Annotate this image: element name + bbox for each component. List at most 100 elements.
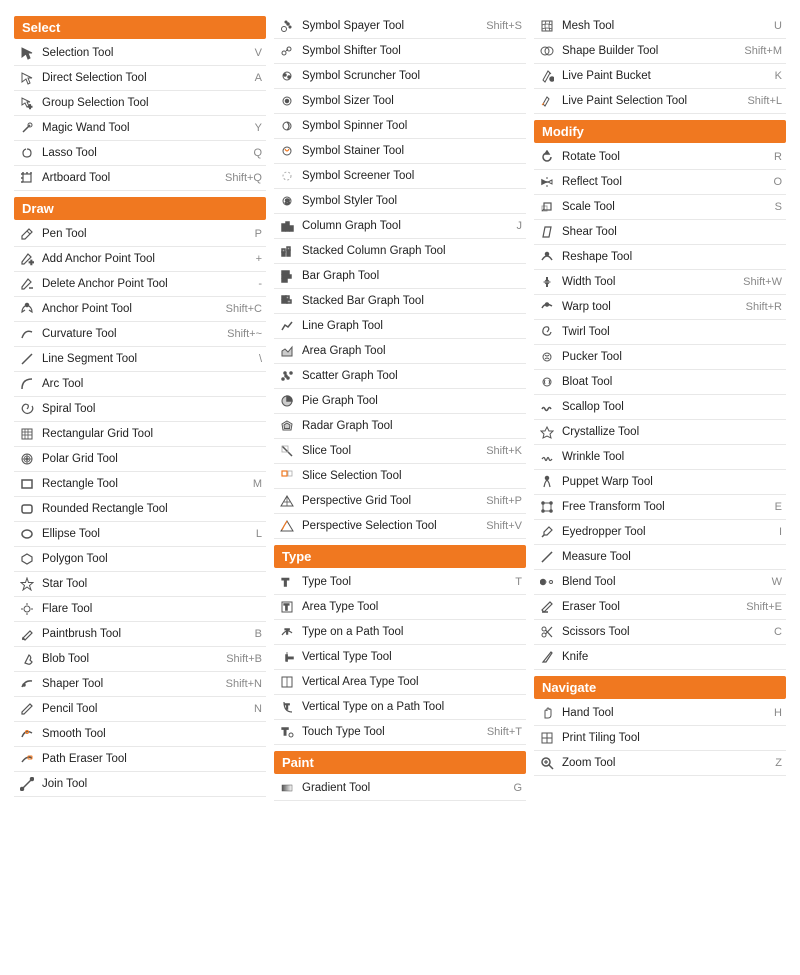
tool-row[interactable]: SSymbol Styler Tool bbox=[274, 189, 526, 214]
tool-row[interactable]: Symbol Sizer Tool bbox=[274, 89, 526, 114]
tool-row[interactable]: Anchor Point ToolShift+C bbox=[14, 297, 266, 322]
tool-row[interactable]: Rectangular Grid Tool bbox=[14, 422, 266, 447]
tool-row[interactable]: Scallop Tool bbox=[534, 395, 786, 420]
tool-row[interactable]: Reflect ToolO bbox=[534, 170, 786, 195]
tool-row[interactable]: Shaper ToolShift+N bbox=[14, 672, 266, 697]
tool-row[interactable]: Symbol Stainer Tool bbox=[274, 139, 526, 164]
tool-row[interactable]: Curvature ToolShift+~ bbox=[14, 322, 266, 347]
tool-row[interactable]: Eraser ToolShift+E bbox=[534, 595, 786, 620]
tool-row[interactable]: Bloat Tool bbox=[534, 370, 786, 395]
tool-row[interactable]: Ellipse ToolL bbox=[14, 522, 266, 547]
svg-text:T: T bbox=[285, 704, 290, 711]
tool-row[interactable]: Shear Tool bbox=[534, 220, 786, 245]
graph-line-icon bbox=[278, 317, 296, 335]
tool-row[interactable]: Delete Anchor Point Tool- bbox=[14, 272, 266, 297]
tool-row[interactable]: Width ToolShift+W bbox=[534, 270, 786, 295]
tool-row[interactable]: Warp toolShift+R bbox=[534, 295, 786, 320]
tool-row[interactable]: Paintbrush ToolB bbox=[14, 622, 266, 647]
tool-row[interactable]: Rotate ToolR bbox=[534, 145, 786, 170]
tool-row[interactable]: Perspective Grid ToolShift+P bbox=[274, 489, 526, 514]
tool-row[interactable]: TType ToolT bbox=[274, 570, 526, 595]
tool-row[interactable]: Blob ToolShift+B bbox=[14, 647, 266, 672]
tool-row[interactable]: Stacked Column Graph Tool bbox=[274, 239, 526, 264]
tool-row[interactable]: Flare Tool bbox=[14, 597, 266, 622]
tool-row[interactable]: Magic Wand ToolY bbox=[14, 116, 266, 141]
tool-row[interactable]: Join Tool bbox=[14, 772, 266, 797]
tool-row[interactable]: Print Tiling Tool bbox=[534, 726, 786, 751]
tool-row[interactable]: Eyedropper ToolI bbox=[534, 520, 786, 545]
tool-row[interactable]: Live Paint Selection ToolShift+L bbox=[534, 89, 786, 114]
tool-row[interactable]: Vertical Area Type Tool bbox=[274, 670, 526, 695]
tool-row[interactable]: Shape Builder ToolShift+M bbox=[534, 39, 786, 64]
graph-scatter-icon bbox=[278, 367, 296, 385]
tool-row[interactable]: Symbol Spayer ToolShift+S bbox=[274, 14, 526, 39]
tool-row[interactable]: Pie Graph Tool bbox=[274, 389, 526, 414]
tool-row[interactable]: Selection ToolV bbox=[14, 41, 266, 66]
tool-row[interactable]: Twirl Tool bbox=[534, 320, 786, 345]
tool-row[interactable]: Polar Grid Tool bbox=[14, 447, 266, 472]
tool-row[interactable]: Crystallize Tool bbox=[534, 420, 786, 445]
tool-row[interactable]: Column Graph ToolJ bbox=[274, 214, 526, 239]
tool-name: Polygon Tool bbox=[42, 553, 262, 565]
tool-row[interactable]: Measure Tool bbox=[534, 545, 786, 570]
tool-row[interactable]: Symbol Scruncher Tool bbox=[274, 64, 526, 89]
tool-name: Mesh Tool bbox=[562, 20, 770, 32]
tool-row[interactable]: Pencil ToolN bbox=[14, 697, 266, 722]
tool-row[interactable]: Area Graph Tool bbox=[274, 339, 526, 364]
tool-row[interactable]: Line Segment Tool\ bbox=[14, 347, 266, 372]
tool-row[interactable]: Perspective Selection ToolShift+V bbox=[274, 514, 526, 539]
tool-row[interactable]: TVertical Type Tool bbox=[274, 645, 526, 670]
tool-row[interactable]: Scatter Graph Tool bbox=[274, 364, 526, 389]
tool-row[interactable]: Direct Selection ToolA bbox=[14, 66, 266, 91]
tool-row[interactable]: Smooth Tool bbox=[14, 722, 266, 747]
tool-row[interactable]: Gradient ToolG bbox=[274, 776, 526, 801]
type-vert-area-icon bbox=[278, 673, 296, 691]
tool-row[interactable]: Stacked Bar Graph Tool bbox=[274, 289, 526, 314]
tool-row[interactable]: Rectangle ToolM bbox=[14, 472, 266, 497]
tool-row[interactable]: Scissors ToolC bbox=[534, 620, 786, 645]
tool-row[interactable]: Lasso ToolQ bbox=[14, 141, 266, 166]
tool-row[interactable]: Radar Graph Tool bbox=[274, 414, 526, 439]
tool-row[interactable]: Reshape Tool bbox=[534, 245, 786, 270]
tool-row[interactable]: Wrinkle Tool bbox=[534, 445, 786, 470]
tool-row[interactable]: Slice Selection Tool bbox=[274, 464, 526, 489]
pen-minus-icon bbox=[18, 275, 36, 293]
tool-name: Free Transform Tool bbox=[562, 501, 771, 513]
tool-row[interactable]: Hand ToolH bbox=[534, 701, 786, 726]
tool-row[interactable]: Symbol Screener Tool bbox=[274, 164, 526, 189]
tool-name: Anchor Point Tool bbox=[42, 303, 222, 315]
tool-row[interactable]: Star Tool bbox=[14, 572, 266, 597]
tool-row[interactable]: Line Graph Tool bbox=[274, 314, 526, 339]
tool-row[interactable]: Artboard ToolShift+Q bbox=[14, 166, 266, 191]
tool-row[interactable]: Arc Tool bbox=[14, 372, 266, 397]
tool-row[interactable]: Pucker Tool bbox=[534, 345, 786, 370]
tool-row[interactable]: Mesh ToolU bbox=[534, 14, 786, 39]
tool-row[interactable]: Scale ToolS bbox=[534, 195, 786, 220]
tool-row[interactable]: TTouch Type ToolShift+T bbox=[274, 720, 526, 745]
tool-row[interactable]: TArea Type Tool bbox=[274, 595, 526, 620]
tool-row[interactable]: Pen ToolP bbox=[14, 222, 266, 247]
tool-name: Eraser Tool bbox=[562, 601, 742, 613]
tool-row[interactable]: Bar Graph Tool bbox=[274, 264, 526, 289]
tool-row[interactable]: +Add Anchor Point Tool+ bbox=[14, 247, 266, 272]
tool-row[interactable]: Symbol Spinner Tool bbox=[274, 114, 526, 139]
lasso-icon bbox=[18, 144, 36, 162]
tool-row[interactable]: Spiral Tool bbox=[14, 397, 266, 422]
tool-row[interactable]: Symbol Shifter Tool bbox=[274, 39, 526, 64]
tool-row[interactable]: Rounded Rectangle Tool bbox=[14, 497, 266, 522]
tool-row[interactable]: TVertical Type on a Path Tool bbox=[274, 695, 526, 720]
tool-row[interactable]: Path Eraser Tool bbox=[14, 747, 266, 772]
tool-row[interactable]: Free Transform ToolE bbox=[534, 495, 786, 520]
tool-row[interactable]: TType on a Path Tool bbox=[274, 620, 526, 645]
tool-row[interactable]: +Group Selection Tool bbox=[14, 91, 266, 116]
tool-row[interactable]: Slice ToolShift+K bbox=[274, 439, 526, 464]
gradient-icon bbox=[278, 779, 296, 797]
symbol-size-icon bbox=[278, 92, 296, 110]
arrow-plus-icon: + bbox=[18, 94, 36, 112]
tool-row[interactable]: Live Paint BucketK bbox=[534, 64, 786, 89]
tool-row[interactable]: Knife bbox=[534, 645, 786, 670]
tool-row[interactable]: Blend ToolW bbox=[534, 570, 786, 595]
tool-row[interactable]: Zoom ToolZ bbox=[534, 751, 786, 776]
tool-row[interactable]: Puppet Warp Tool bbox=[534, 470, 786, 495]
tool-row[interactable]: Polygon Tool bbox=[14, 547, 266, 572]
